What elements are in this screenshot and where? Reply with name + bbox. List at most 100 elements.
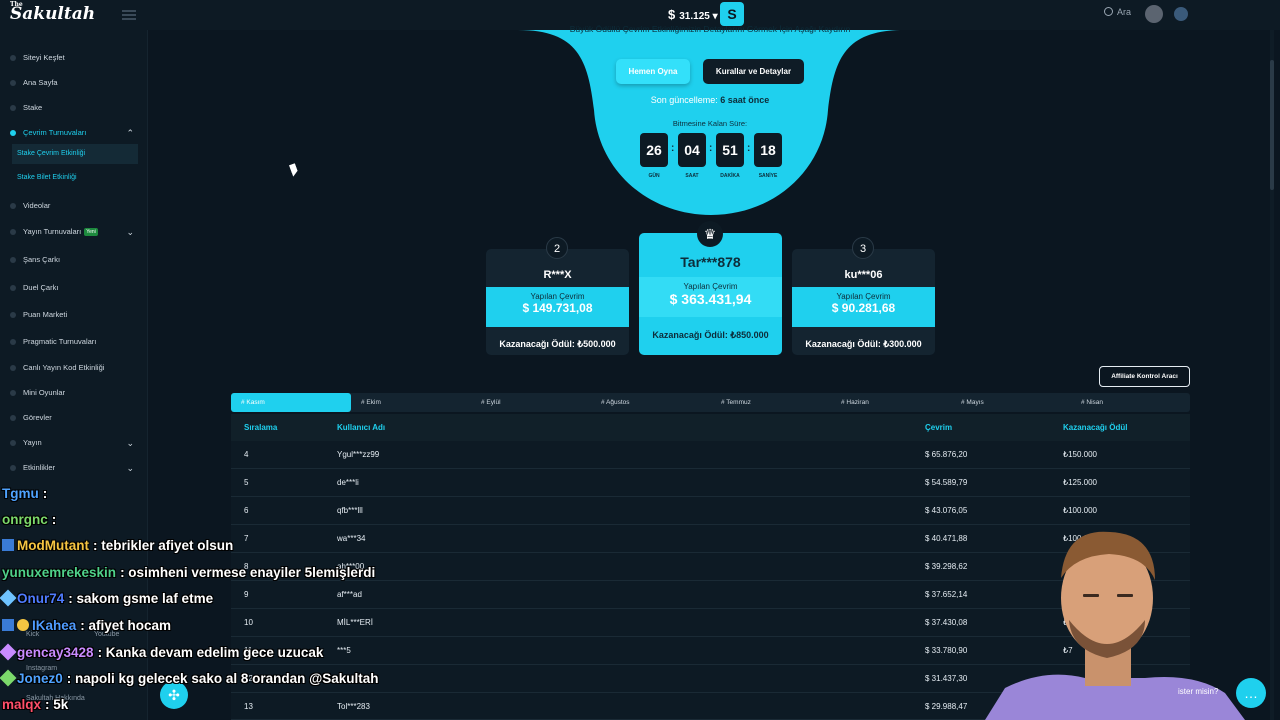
tab-june[interactable]: # Haziran <box>831 393 951 412</box>
tab-october[interactable]: # Ekim <box>351 393 471 412</box>
diamond-badge-icon <box>0 669 17 687</box>
cell-username: de***li <box>337 478 359 487</box>
podium-second: 2 R***X Yapılan Çevrim $ 149.731,08 Kaza… <box>486 237 629 355</box>
site-logo[interactable]: The Sakultah <box>10 1 95 24</box>
chat-message: IKahea: afiyet hocam <box>2 618 171 633</box>
sidebar-item-events[interactable]: Etkinlikler ⌄ <box>10 457 138 479</box>
sidebar-item-mini-games[interactable]: Mini Oyunlar <box>10 382 138 404</box>
sidebar-item-pragmatic[interactable]: Pragmatic Turnuvaları <box>10 331 138 353</box>
sidebar-item-stake[interactable]: Stake <box>10 97 138 119</box>
wager-value: $ 149.731,08 <box>522 301 593 315</box>
sidebar-subitem-stake-ticket[interactable]: Stake Bilet Etkinliği <box>12 168 138 188</box>
trophy-icon <box>10 229 16 235</box>
cart-icon <box>10 312 16 318</box>
month-tabs: # Kasım # Ekim # Eylül # Ağustos # Temmu… <box>231 393 1190 412</box>
cell-username: Ygul***zz99 <box>337 450 380 459</box>
cell-wager: $ 37.430,08 <box>925 618 968 627</box>
chevron-down-icon: ⌄ <box>126 438 134 448</box>
column-username[interactable]: Kullanıcı Adı <box>337 414 385 441</box>
sidebar-item-label: Pragmatic Turnuvaları <box>23 337 97 346</box>
affiliate-control-button[interactable]: Affiliate Kontrol Aracı <box>1099 366 1190 387</box>
tab-april[interactable]: # Nisan <box>1071 393 1190 412</box>
sidebar-item-wager-tournaments[interactable]: Çevrim Turnuvaları ⌃ <box>10 122 138 144</box>
chat-username: Tgmu <box>2 486 39 501</box>
cell-username: wa***34 <box>337 534 366 543</box>
cell-username: qfb***lll <box>337 506 363 515</box>
sidebar-item-live-code[interactable]: Canlı Yayın Kod Etkinliği <box>10 357 138 379</box>
podium-wager-band: Yapılan Çevrim $ 90.281,68 <box>792 287 935 327</box>
chat-text: : <box>42 486 48 501</box>
podium-wager-band: Yapılan Çevrim $ 149.731,08 <box>486 287 629 327</box>
column-rank[interactable]: Sıralama <box>244 414 277 441</box>
play-now-button[interactable]: Hemen Oyna <box>616 59 690 84</box>
sidebar-item-luck-wheel[interactable]: Şans Çarkı <box>10 249 138 271</box>
brand-badge-icon[interactable]: S <box>720 2 744 26</box>
scrollbar-thumb[interactable] <box>1270 60 1274 190</box>
column-wager[interactable]: Çevrim <box>925 414 952 441</box>
cell-prize: ₺150.000 <box>1063 450 1098 459</box>
video-icon <box>10 203 16 209</box>
sidebar-item-duel-wheel[interactable]: Duel Çarkı <box>10 277 138 299</box>
podium-username: Tar***878 <box>680 254 741 270</box>
sidebar-item-points-market[interactable]: Puan Marketi <box>10 304 138 326</box>
chat-text: : afiyet hocam <box>80 618 172 633</box>
search-label: Ara <box>1117 7 1132 17</box>
search-button[interactable]: Ara <box>1104 7 1131 17</box>
menu-toggle-icon[interactable] <box>122 10 136 20</box>
tab-november[interactable]: # Kasım <box>231 393 351 412</box>
rules-details-button[interactable]: Kurallar ve Detaylar <box>703 59 804 84</box>
sidebar-item-label: Ana Sayfa <box>23 78 58 87</box>
wager-label: Yapılan Çevrim <box>530 292 585 301</box>
wager-value: $ 90.281,68 <box>831 301 896 315</box>
tab-august[interactable]: # Ağustos <box>591 393 711 412</box>
podium-prize: Kazanacağı Ödül: ₺850.000 <box>639 330 782 341</box>
user-avatar[interactable] <box>1145 5 1163 23</box>
sidebar-item-videos[interactable]: Videolar <box>10 195 138 217</box>
cell-wager: $ 65.876,20 <box>925 450 968 459</box>
sidebar-item-home[interactable]: Ana Sayfa <box>10 72 138 94</box>
chat-message: Tgmu: <box>2 486 47 501</box>
cell-wager: $ 29.988,47 <box>925 702 968 711</box>
live-support-chat-icon[interactable]: … <box>1236 678 1266 708</box>
chat-text: : osimheni vermese enayiler 5lemişlerdi <box>120 565 376 580</box>
sidebar-item-label: Siteyi Keşfet <box>23 53 65 62</box>
column-prize[interactable]: Kazanacağı Ödül <box>1063 414 1127 441</box>
sidebar-item-label: Çevrim Turnuvaları <box>23 128 87 137</box>
calendar-icon <box>10 465 16 471</box>
sidebar-item-stream-tournaments[interactable]: Yayın Turnuvaları Yeni ⌄ <box>10 221 138 243</box>
sidebar-item-tasks[interactable]: Görevler <box>10 407 138 429</box>
prize-value: ₺500.000 <box>577 339 616 349</box>
cell-rank: 13 <box>244 702 253 711</box>
sidebar-item-label: Yayın Turnuvaları <box>23 227 82 236</box>
sidebar-item-stream[interactable]: Yayın ⌄ <box>10 432 138 454</box>
sidebar-subitem-stake-wager[interactable]: Stake Çevrim Etkinliği <box>12 144 138 164</box>
countdown-minutes-label: DAKİKA <box>720 173 740 179</box>
chat-text: : Kanka devam edelim gece uzucak <box>97 645 324 660</box>
chevron-down-icon: ⌄ <box>126 463 134 473</box>
balance-display[interactable]: $31.125 ▾ <box>668 7 718 22</box>
cell-wager: $ 37.652,14 <box>925 590 968 599</box>
cell-prize: ₺100.000 <box>1063 506 1098 515</box>
podium-username: ku***06 <box>844 269 883 281</box>
cell-rank: 10 <box>244 618 253 627</box>
tab-september[interactable]: # Eylül <box>471 393 591 412</box>
chevron-up-icon: ⌃ <box>126 128 134 138</box>
chat-username: Onur74 <box>17 591 65 606</box>
remaining-time-label: Bitmesine Kalan Süre: <box>672 119 748 128</box>
table-row: 6 qfb***lll $ 43.076,05 ₺100.000 <box>231 497 1190 525</box>
sidebar-item-label: Etkinlikler <box>23 463 56 472</box>
tab-july[interactable]: # Temmuz <box>711 393 831 412</box>
tab-may[interactable]: # Mayıs <box>951 393 1071 412</box>
wheel-icon <box>10 257 16 263</box>
wheel-icon <box>10 285 16 291</box>
sidebar: Siteyi Keşfet Ana Sayfa Stake Çevrim Tur… <box>0 30 148 720</box>
leaderboard-header: Sıralama Kullanıcı Adı Çevrim Kazanacağı… <box>231 414 1190 441</box>
podium-wager-band: Yapılan Çevrim $ 363.431,94 <box>639 277 782 317</box>
sidebar-item-label: Yayın <box>23 438 42 447</box>
notifications-icon[interactable] <box>1174 7 1188 21</box>
sidebar-item-label: Görevler <box>23 413 52 422</box>
chat-username: yunuxemrekeskin <box>2 565 117 580</box>
podium-first: Tar***878 Yapılan Çevrim $ 363.431,94 Ka… <box>639 233 782 355</box>
countdown-separator: : <box>671 143 675 154</box>
sidebar-item-explore[interactable]: Siteyi Keşfet <box>10 47 138 69</box>
